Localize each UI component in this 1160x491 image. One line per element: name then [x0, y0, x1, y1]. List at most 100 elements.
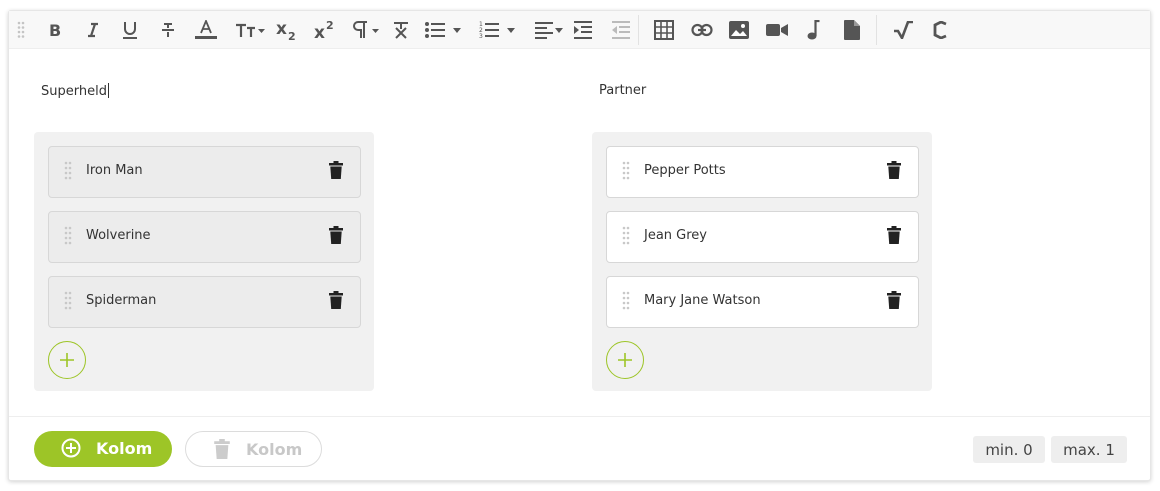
paragraph-format-button[interactable] — [349, 15, 385, 45]
column-label-text[interactable]: Partner — [599, 83, 646, 98]
column-label-text[interactable]: Superheld — [41, 84, 107, 99]
outdent-icon — [612, 21, 630, 39]
svg-text:2: 2 — [326, 19, 334, 32]
item-label[interactable]: Jean Grey — [644, 228, 707, 243]
bold-button[interactable]: B — [40, 15, 70, 45]
audio-button[interactable] — [799, 15, 829, 45]
numbered-list-icon: 123 — [479, 21, 515, 39]
column-left: Iron Man Wolverine Spiderman — [34, 132, 374, 391]
plus-icon — [618, 353, 632, 367]
underline-button[interactable] — [115, 15, 145, 45]
toolbar-separator — [876, 15, 877, 45]
min-label: min. 0 — [985, 440, 1033, 459]
font-size-icon — [236, 23, 265, 37]
superscript-icon: x2 — [314, 19, 334, 41]
table-icon — [654, 20, 674, 40]
list-item[interactable]: Mary Jane Watson — [606, 276, 919, 328]
item-label[interactable]: Mary Jane Watson — [644, 293, 761, 308]
svg-text:x: x — [276, 19, 287, 39]
drag-handle-icon[interactable] — [622, 226, 630, 246]
clear-format-icon — [394, 22, 408, 39]
font-size-button[interactable] — [233, 15, 269, 45]
sqrt-icon — [894, 21, 913, 39]
math-button[interactable] — [888, 15, 918, 45]
item-label[interactable]: Spiderman — [86, 293, 156, 308]
strikethrough-icon — [162, 23, 174, 37]
drag-handle-icon[interactable] — [64, 226, 72, 246]
link-icon — [691, 23, 713, 37]
trash-icon[interactable] — [329, 161, 343, 179]
font-color-button[interactable] — [191, 15, 221, 45]
svg-text:x: x — [314, 23, 325, 41]
superscript-button[interactable]: x2 — [311, 15, 341, 45]
svg-text:2: 2 — [288, 30, 296, 41]
drag-handle-icon[interactable] — [17, 21, 25, 39]
item-label[interactable]: Pepper Potts — [644, 163, 726, 178]
chemistry-button[interactable] — [925, 15, 955, 45]
video-icon — [766, 24, 788, 36]
strikethrough-button[interactable] — [153, 15, 183, 45]
min-badge: min. 0 — [973, 436, 1045, 463]
file-button[interactable] — [837, 15, 867, 45]
underline-icon — [123, 22, 137, 39]
align-button[interactable] — [532, 15, 568, 45]
italic-icon — [88, 22, 98, 38]
item-label[interactable]: Wolverine — [86, 228, 151, 243]
column-label-right[interactable]: Partner — [599, 83, 646, 98]
trash-icon[interactable] — [329, 291, 343, 309]
text-cursor — [107, 83, 109, 98]
bullet-list-icon — [425, 22, 461, 38]
drag-handle-icon[interactable] — [622, 291, 630, 311]
subscript-icon: x2 — [276, 19, 296, 41]
add-item-button[interactable] — [606, 341, 644, 379]
outdent-button[interactable] — [606, 15, 636, 45]
image-button[interactable] — [724, 15, 754, 45]
rich-text-toolbar: B x2 x2 123 — [9, 11, 1150, 49]
link-button[interactable] — [687, 15, 717, 45]
trash-icon[interactable] — [887, 291, 901, 309]
subscript-button[interactable]: x2 — [273, 15, 303, 45]
indent-button[interactable] — [568, 15, 598, 45]
column-right: Pepper Potts Jean Grey Mary Jane Watson — [592, 132, 932, 391]
list-item[interactable]: Iron Man — [48, 146, 361, 198]
matching-question-editor: B x2 x2 123 Superheld Iron Man Wolverine… — [8, 10, 1151, 481]
add-item-button[interactable] — [48, 341, 86, 379]
drag-handle-icon[interactable] — [64, 291, 72, 311]
svg-text:B: B — [49, 22, 61, 38]
plus-icon — [60, 353, 74, 367]
clear-formatting-button[interactable] — [386, 15, 416, 45]
file-icon — [844, 20, 860, 40]
list-item[interactable]: Pepper Potts — [606, 146, 919, 198]
trash-icon[interactable] — [887, 226, 901, 244]
list-item[interactable]: Wolverine — [48, 211, 361, 263]
svg-text:3: 3 — [479, 33, 483, 39]
drag-handle-icon[interactable] — [622, 161, 630, 181]
align-left-icon — [535, 22, 563, 39]
ordered-list-button[interactable]: 123 — [476, 15, 522, 45]
music-icon — [807, 20, 820, 40]
paragraph-icon — [353, 21, 379, 38]
add-column-button[interactable]: Kolom — [34, 431, 172, 467]
video-button[interactable] — [762, 15, 792, 45]
unordered-list-button[interactable] — [422, 15, 468, 45]
delete-column-button[interactable]: Kolom — [185, 431, 322, 467]
trash-icon — [214, 439, 230, 459]
column-label-left[interactable]: Superheld — [41, 83, 109, 99]
editor-footer: Kolom Kolom min. 0 max. 1 — [9, 416, 1150, 481]
table-button[interactable] — [649, 15, 679, 45]
list-item[interactable]: Jean Grey — [606, 211, 919, 263]
list-item[interactable]: Spiderman — [48, 276, 361, 328]
max-label: max. 1 — [1063, 440, 1115, 459]
trash-icon[interactable] — [329, 226, 343, 244]
italic-button[interactable] — [78, 15, 108, 45]
indent-icon — [574, 21, 592, 39]
image-icon — [729, 21, 749, 39]
bold-icon: B — [49, 22, 61, 38]
font-color-icon — [195, 20, 217, 39]
max-badge: max. 1 — [1051, 436, 1127, 463]
drag-handle-icon[interactable] — [64, 161, 72, 181]
trash-icon[interactable] — [887, 161, 901, 179]
item-label[interactable]: Iron Man — [86, 163, 143, 178]
delete-column-label: Kolom — [246, 440, 303, 459]
toolbar-separator — [638, 15, 639, 45]
